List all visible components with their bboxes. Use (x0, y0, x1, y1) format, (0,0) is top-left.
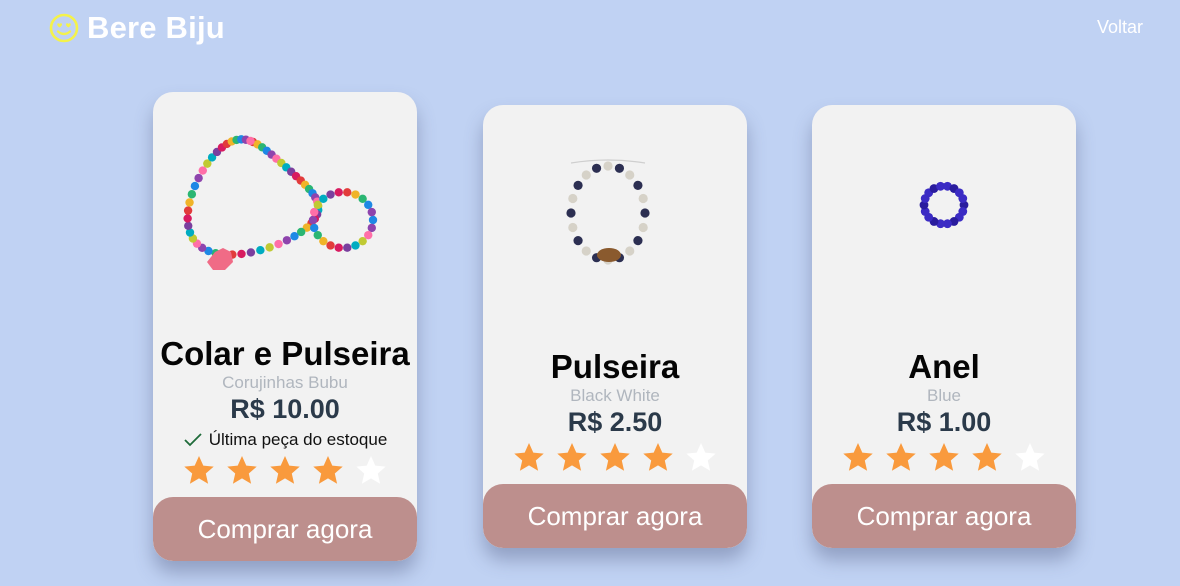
bead (190, 181, 200, 191)
bead (290, 232, 299, 241)
star-filled-icon (643, 443, 673, 471)
bead (187, 190, 197, 199)
star-empty-icon (686, 443, 716, 471)
bead (351, 190, 360, 199)
bead (625, 246, 635, 256)
bead (367, 207, 376, 217)
bead (566, 208, 576, 218)
bead (581, 170, 591, 180)
heart-eyes-smiley-icon (49, 13, 79, 43)
buy-now-button[interactable]: Comprar agora (153, 497, 417, 561)
product-price: R$ 10.00 (230, 394, 340, 424)
bead (326, 241, 335, 250)
star-filled-icon (184, 456, 214, 484)
product-image-necklace-bracelet (183, 135, 378, 270)
bead (334, 243, 343, 252)
product-card-anel: Anel Blue R$ 1.00 Comprar agora (812, 105, 1076, 548)
bead (334, 188, 343, 197)
bead (603, 161, 613, 171)
bead (308, 215, 318, 225)
bead (256, 246, 265, 255)
rating-stars (483, 441, 747, 475)
bead (326, 190, 335, 199)
star-filled-icon (600, 443, 630, 471)
product-title: Anel (908, 348, 980, 385)
bead (282, 236, 292, 245)
product-variant: Black White (570, 386, 660, 405)
star-filled-icon (557, 443, 587, 471)
bead (319, 194, 328, 204)
bead (246, 136, 255, 146)
star-filled-icon (929, 443, 959, 471)
bead (274, 239, 283, 249)
bead (310, 207, 319, 217)
bead (640, 208, 650, 218)
bead (568, 193, 578, 204)
bead (625, 170, 635, 180)
star-filled-icon (886, 443, 916, 471)
bead (198, 166, 207, 175)
bead (194, 173, 203, 183)
bead (368, 215, 378, 225)
bead (184, 221, 193, 230)
bead (633, 180, 643, 190)
bead (364, 200, 373, 210)
brand-name: Bere Biju (87, 10, 225, 45)
star-filled-icon (843, 443, 873, 471)
bead (313, 230, 322, 240)
product-variant: Blue (926, 386, 962, 405)
product-image-bracelet (566, 159, 650, 265)
rating-stars (812, 441, 1076, 475)
bead (591, 163, 602, 173)
star-empty-icon (1015, 443, 1045, 471)
buy-now-button[interactable]: Comprar agora (812, 484, 1076, 548)
bead (958, 194, 968, 203)
bead (343, 243, 352, 252)
bead (185, 198, 194, 207)
bracelet-charm (597, 248, 621, 262)
stock-note: Última peça do estoque (153, 430, 417, 450)
bead (573, 180, 583, 190)
star-empty-icon (356, 456, 386, 484)
bead (237, 249, 246, 259)
product-price: R$ 2.50 (567, 407, 663, 437)
bead (183, 206, 193, 215)
star-filled-icon (313, 456, 343, 484)
product-variant: Corujinhas Bubu (222, 373, 348, 392)
star-filled-icon (972, 443, 1002, 471)
bead (581, 246, 591, 256)
top-bar: Bere Biju Voltar (0, 0, 1180, 56)
bead (310, 223, 319, 233)
product-card-colar-e-pulseira: Colar e Pulseira Corujinhas Bubu R$ 10.0… (153, 92, 417, 561)
bead (246, 248, 256, 257)
product-price: R$ 1.00 (896, 407, 992, 437)
bead (367, 223, 376, 233)
star-filled-icon (227, 456, 257, 484)
bead (358, 236, 367, 246)
product-title: Colar e Pulseira (160, 335, 410, 372)
bead (638, 222, 648, 233)
star-filled-icon (270, 456, 300, 484)
bead (638, 193, 648, 204)
rating-stars (153, 454, 417, 488)
bead (614, 163, 625, 173)
back-link[interactable]: Voltar (1097, 17, 1143, 38)
check-icon (184, 433, 202, 447)
bead (351, 241, 360, 250)
product-title: Pulseira (550, 348, 680, 385)
brand[interactable]: Bere Biju (49, 10, 225, 46)
product-image-ring (919, 181, 969, 229)
bead (568, 222, 578, 233)
bead (633, 236, 643, 246)
stock-note-text: Última peça do estoque (208, 430, 388, 449)
bead (183, 214, 192, 223)
star-filled-icon (514, 443, 544, 471)
product-card-pulseira: Pulseira Black White R$ 2.50 Comprar ago… (483, 105, 747, 548)
bead (265, 243, 274, 252)
bead (573, 236, 583, 246)
buy-now-button[interactable]: Comprar agora (483, 484, 747, 548)
bead (343, 188, 352, 197)
